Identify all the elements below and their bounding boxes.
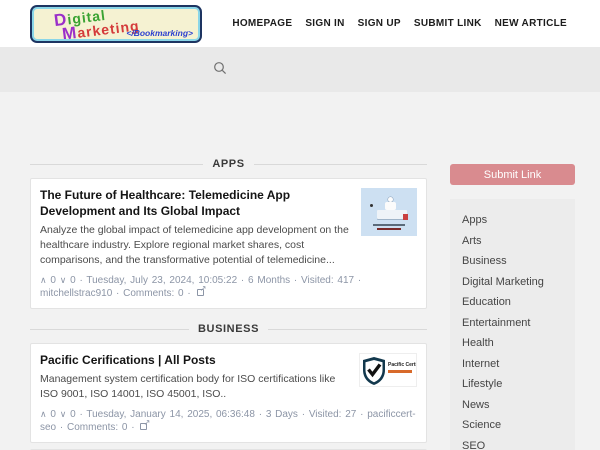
nav-submit-link[interactable]: SUBMIT LINK (414, 18, 482, 29)
post-card-pacific-certifications: Pacific Certificati Pacific Cerification… (30, 343, 427, 444)
section-title: BUSINESS (197, 323, 260, 336)
category-entertainment[interactable]: Entertainment (450, 313, 575, 334)
upvote-icon[interactable]: ∧ (40, 409, 47, 419)
divider-line (30, 328, 189, 330)
category-science[interactable]: Science (450, 415, 575, 436)
logo-tagline: </Bookmarking> (126, 28, 193, 38)
post-meta: ∧ 0 ∨ 0 · Tuesday, July 23, 2024, 10:05:… (40, 274, 417, 300)
external-link-icon[interactable]: ↗ (196, 284, 207, 297)
post-thumbnail-telemedicine[interactable] (361, 188, 417, 236)
category-business[interactable]: Business (450, 251, 575, 272)
nav-sign-up[interactable]: SIGN UP (358, 18, 401, 29)
search-input[interactable] (233, 61, 393, 75)
site-header: Digital Marketing </Bookmarking> HOMEPAG… (0, 0, 600, 47)
section-apps: APPS The Future of Healthcare: Telemedic… (30, 158, 428, 310)
downvote-count: 0 (70, 409, 76, 421)
upvote-count: 0 (50, 275, 56, 287)
main-content: APPS The Future of Healthcare: Telemedic… (30, 158, 428, 450)
post-thumbnail-certification[interactable]: Pacific Certificati (359, 353, 417, 388)
external-link-icon[interactable]: ↗ (140, 418, 150, 431)
category-list: Apps Arts Business Digital Marketing Edu… (450, 199, 575, 450)
thumbnail-logo-text: Pacific Certificati (388, 362, 417, 369)
nav-new-article[interactable]: NEW ARTICLE (495, 18, 567, 29)
category-internet[interactable]: Internet (450, 354, 575, 375)
nav-homepage[interactable]: HOMEPAGE (232, 18, 292, 29)
category-news[interactable]: News (450, 395, 575, 416)
category-health[interactable]: Health (450, 333, 575, 354)
search-form (213, 61, 393, 75)
post-meta-text: · Tuesday, January 14, 2025, 06:36:48 · … (40, 409, 416, 434)
nav-sign-in[interactable]: SIGN IN (305, 18, 344, 29)
sidebar: Submit Link Apps Arts Business Digital M… (450, 164, 575, 450)
post-meta: ∧ 0 ∨ 0 · Tuesday, January 14, 2025, 06:… (40, 408, 417, 434)
submit-link-button[interactable]: Submit Link (450, 164, 575, 185)
search-band (0, 47, 600, 92)
category-digital-marketing[interactable]: Digital Marketing (450, 272, 575, 293)
category-lifestyle[interactable]: Lifestyle (450, 374, 575, 395)
downvote-count: 0 (70, 275, 76, 287)
site-logo[interactable]: Digital Marketing </Bookmarking> (30, 5, 202, 43)
upvote-count: 0 (50, 409, 56, 421)
divider-line (268, 328, 428, 330)
divider-line (253, 163, 428, 165)
site-logo-inner: Digital Marketing </Bookmarking> (32, 7, 200, 41)
section-header-apps: APPS (30, 158, 428, 170)
category-arts[interactable]: Arts (450, 231, 575, 252)
thumbnail-logo-subtext-bar (388, 370, 412, 374)
category-seo[interactable]: SEO (450, 436, 575, 450)
downvote-icon[interactable]: ∨ (60, 409, 67, 419)
category-apps[interactable]: Apps (450, 210, 575, 231)
downvote-icon[interactable]: ∨ (60, 275, 67, 285)
section-title: APPS (212, 158, 245, 170)
category-education[interactable]: Education (450, 292, 575, 313)
search-icon[interactable] (213, 61, 227, 75)
upvote-icon[interactable]: ∧ (40, 275, 47, 285)
section-header-business: BUSINESS (30, 323, 428, 336)
shield-check-icon (363, 357, 385, 386)
post-card-telemedicine: The Future of Healthcare: Telemedicine A… (30, 178, 427, 310)
section-business: BUSINESS Pacific Certificati Pacific Cer… (30, 323, 428, 450)
divider-line (30, 163, 204, 165)
main-nav: HOMEPAGE SIGN IN SIGN UP SUBMIT LINK NEW… (232, 0, 567, 47)
